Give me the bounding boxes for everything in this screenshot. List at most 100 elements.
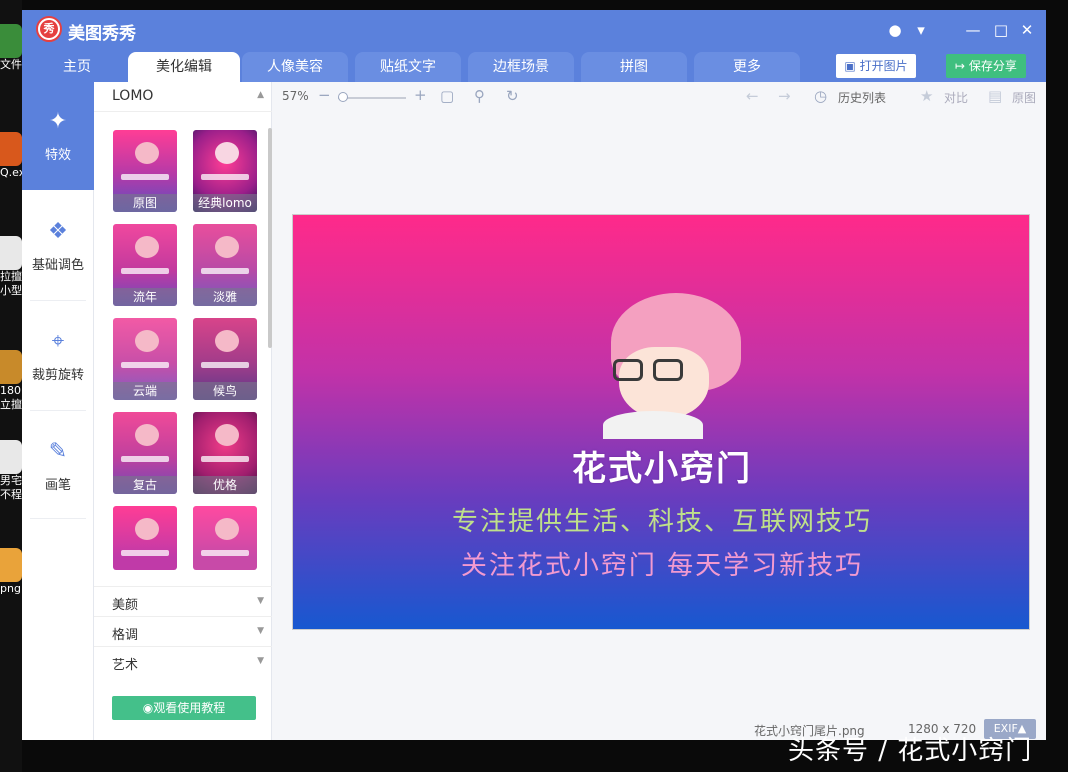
image-icon: ▣	[844, 59, 860, 73]
app-logo: 秀	[36, 16, 62, 42]
history-list-button[interactable]: 历史列表	[838, 89, 886, 106]
effect-label: 经典lomo	[193, 194, 257, 212]
compare-button[interactable]: 对比	[944, 89, 968, 106]
effect-thumb[interactable]: 经典lomo	[193, 130, 257, 212]
desktop-icon-label: 180	[0, 384, 21, 397]
tab-collage[interactable]: 拼图	[581, 52, 687, 82]
desktop-icon-label: png	[0, 582, 21, 595]
magic-wand-icon: ✦	[48, 109, 68, 134]
accordion-label: 格调	[112, 628, 139, 643]
tab-home[interactable]: 主页	[24, 52, 130, 82]
original-image-icon[interactable]: ▤	[988, 87, 1002, 105]
effect-thumb[interactable]: 原图	[113, 130, 177, 212]
section-title: LOMO	[112, 88, 154, 104]
effect-label: 原图	[113, 194, 177, 212]
actual-size-icon[interactable]: ⚲	[474, 87, 485, 105]
app-logo-text: 秀	[40, 20, 58, 38]
watermark-text: 头条号 / 花式小窍门	[788, 736, 1033, 766]
zoom-slider-handle[interactable]	[338, 92, 348, 102]
nav-crop-rotate[interactable]: ⌖ 裁剪旋转	[22, 302, 94, 410]
nav-divider	[30, 300, 86, 301]
eye-icon: ◉	[142, 701, 154, 715]
fit-screen-icon[interactable]: ▢	[440, 87, 454, 105]
chevron-down-icon: ▼	[257, 656, 264, 666]
nav-label: 基础调色	[31, 258, 84, 273]
chevron-down-icon: ▼	[257, 596, 264, 606]
redo-icon[interactable]: →	[778, 87, 791, 105]
photo-subtitle-line1: 专注提供生活、科技、互联网技巧	[451, 507, 872, 537]
desktop-icon[interactable]: 拉擅 小型	[0, 236, 22, 298]
original-button[interactable]: 原图	[1012, 89, 1036, 106]
chevron-down-icon: ▼	[257, 626, 264, 636]
accordion-beauty[interactable]: 美颜 ▼	[94, 586, 272, 616]
rotate-icon[interactable]: ↻	[506, 87, 519, 105]
effect-label: 复古	[113, 476, 177, 494]
tab-more[interactable]: 更多	[694, 52, 800, 82]
palette-icon: ❖	[48, 219, 68, 244]
undo-icon[interactable]: ←	[746, 87, 759, 105]
tab-stickers-text[interactable]: 贴纸文字	[355, 52, 461, 82]
left-nav: ✦ 特效 ❖ 基础调色 ⌖ 裁剪旋转 ✎ 画笔	[22, 82, 94, 740]
desktop-icon[interactable]: png	[0, 548, 22, 596]
crop-icon: ⌖	[51, 329, 65, 354]
desktop-icon-label: 不程	[0, 488, 22, 501]
tutorial-label: 观看使用教程	[153, 701, 226, 715]
app-title: 美图秀秀	[68, 24, 136, 44]
save-share-button[interactable]: ↦ 保存分享	[946, 54, 1026, 78]
effect-label: 优格	[193, 476, 257, 494]
desktop-icon-label: 男宅	[0, 474, 22, 487]
effect-thumb[interactable]: 淡雅	[193, 224, 257, 306]
tab-beautify-edit[interactable]: 美化编辑	[128, 52, 240, 82]
effect-thumb[interactable]: 优格	[193, 412, 257, 494]
effect-label: 淡雅	[193, 288, 257, 306]
zoom-value: 57%	[282, 89, 309, 103]
effect-thumb[interactable]: 云端	[113, 318, 177, 400]
dropdown-icon[interactable]: ▾	[910, 19, 932, 41]
effect-thumb[interactable]	[193, 506, 257, 570]
comment-icon[interactable]: ●	[884, 19, 906, 41]
zoom-out-icon[interactable]: −	[318, 86, 331, 104]
desktop-icon[interactable]: Q.exe	[0, 132, 22, 180]
nav-effects[interactable]: ✦ 特效	[22, 82, 94, 190]
tab-portrait[interactable]: 人像美容	[242, 52, 348, 82]
tab-frames-scenes[interactable]: 边框场景	[468, 52, 574, 82]
effect-thumb[interactable]: 流年	[113, 224, 177, 306]
close-icon[interactable]: ✕	[1016, 19, 1038, 41]
character-glasses	[613, 359, 643, 381]
minimize-icon[interactable]: —	[962, 19, 984, 41]
lomo-section-header[interactable]: LOMO ▲	[94, 82, 272, 112]
zoom-in-icon[interactable]: +	[414, 86, 427, 104]
zoom-slider[interactable]	[338, 97, 406, 99]
open-image-button[interactable]: ▣ 打开图片	[836, 54, 916, 78]
edited-photo[interactable]: 花式小窍门 专注提供生活、科技、互联网技巧 关注花式小窍门 每天学习新技巧	[292, 214, 1030, 630]
character-face	[619, 347, 709, 419]
desktop-icon[interactable]: 文件	[0, 24, 22, 72]
maximize-icon[interactable]: □	[990, 19, 1012, 41]
collapse-arrow-icon: ▲	[257, 90, 264, 100]
desktop-icon[interactable]: 180 立擅	[0, 350, 22, 412]
effect-label: 云端	[113, 382, 177, 400]
save-share-label: 保存分享	[968, 59, 1017, 73]
history-icon[interactable]: ◷	[814, 87, 827, 105]
accordion-art[interactable]: 艺术 ▼	[94, 646, 272, 676]
effect-thumb[interactable]	[113, 506, 177, 570]
open-image-label: 打开图片	[859, 59, 908, 73]
nav-label: 画笔	[44, 478, 71, 493]
photo-title-text: 花式小窍门	[572, 449, 752, 489]
effect-thumb[interactable]: 候鸟	[193, 318, 257, 400]
canvas-area: 57% − + ▢ ⚲ ↻ ← → ◷ 历史列表 ★ 对比 ▤ 原图 花式小窍门…	[272, 82, 1046, 740]
nav-brush[interactable]: ✎ 画笔	[22, 412, 94, 520]
title-bar[interactable]: 秀 美图秀秀 ● ▾ — □ ✕	[22, 10, 1046, 50]
desktop-icon-label: 拉擅	[0, 270, 22, 283]
effect-thumb[interactable]: 复古	[113, 412, 177, 494]
accordion-style[interactable]: 格调 ▼	[94, 616, 272, 646]
watch-tutorial-button[interactable]: ◉观看使用教程	[112, 696, 256, 720]
compare-icon[interactable]: ★	[920, 87, 933, 105]
accordion-label: 美颜	[112, 598, 139, 613]
desktop-icon[interactable]: 男宅 不程	[0, 440, 22, 502]
character-glasses	[653, 359, 683, 381]
nav-divider	[30, 518, 86, 519]
app-window: 秀 美图秀秀 ● ▾ — □ ✕ 主页 美化编辑 人像美容 贴纸文字 边框场景 …	[22, 10, 1046, 740]
canvas-toolbar: 57% − + ▢ ⚲ ↻ ← → ◷ 历史列表 ★ 对比 ▤ 原图	[272, 82, 1046, 112]
nav-basic-color[interactable]: ❖ 基础调色	[22, 192, 94, 300]
